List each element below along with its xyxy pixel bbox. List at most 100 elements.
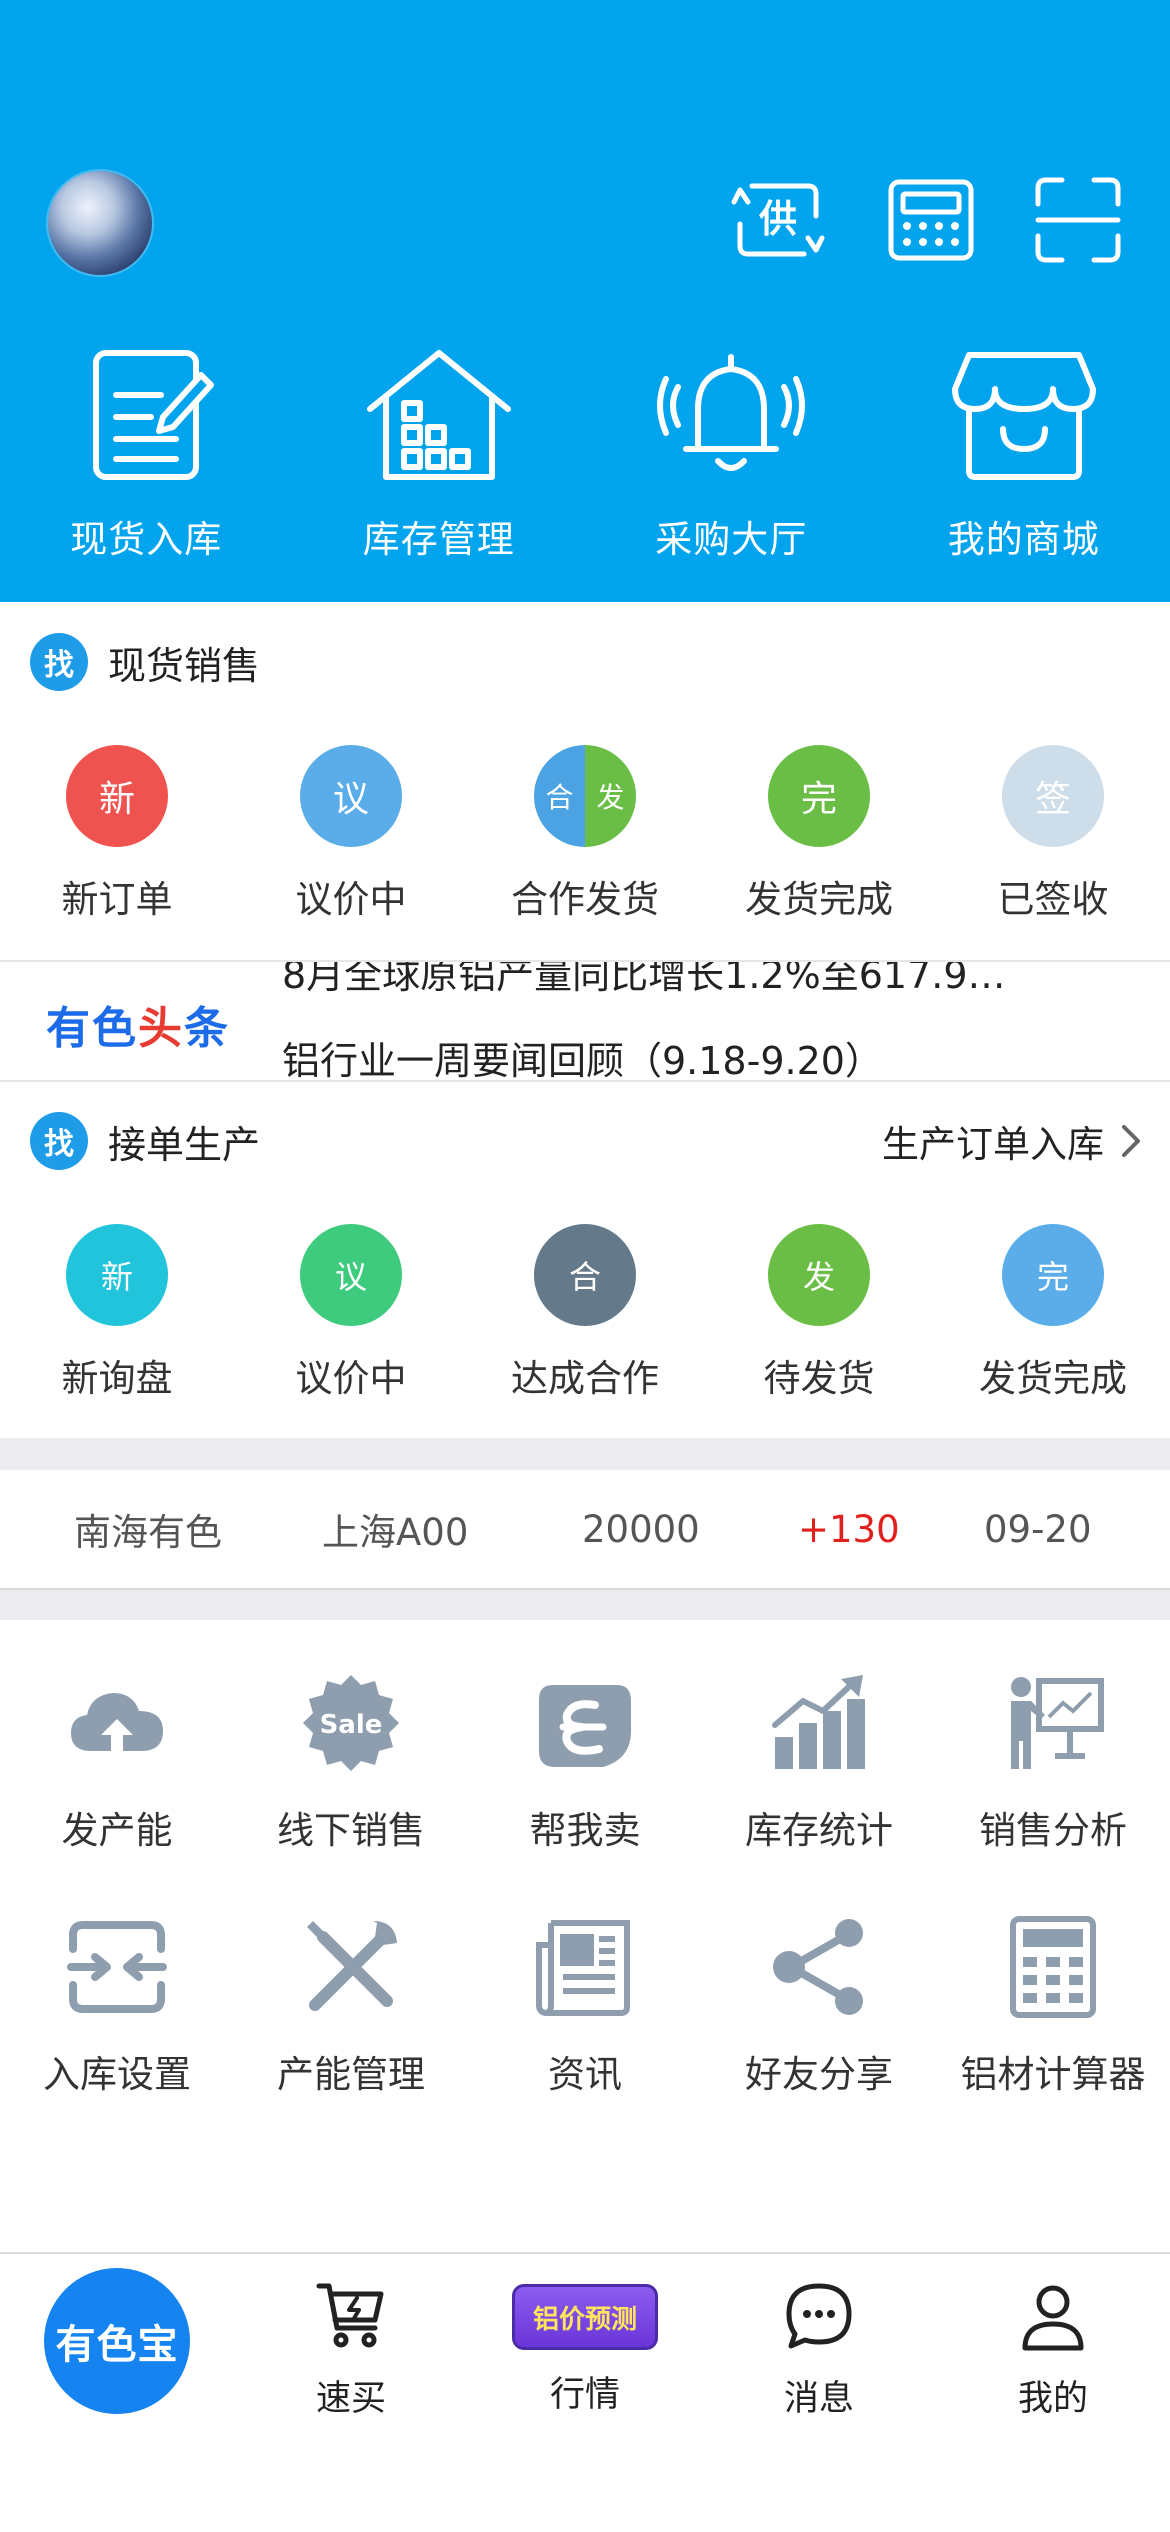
- tool-stock-in-settings[interactable]: 入库设置: [0, 1912, 234, 2112]
- nav-quick-buy[interactable]: 速买: [234, 2254, 468, 2454]
- tool-label: 资讯: [548, 2053, 622, 2096]
- status-label: 议价中: [295, 878, 407, 921]
- stock-in-settings-icon: [62, 1912, 172, 2022]
- status-circle: 完: [1002, 1224, 1104, 1326]
- status-circle: 议: [300, 745, 402, 847]
- status-label: 合作发货: [511, 878, 659, 921]
- status-circle: 议: [300, 1224, 402, 1326]
- price-forecast-badge: 铝价预测: [512, 2284, 658, 2350]
- price-value: 20000: [582, 1507, 700, 1551]
- newspaper-icon: [530, 1912, 640, 2022]
- tool-news[interactable]: 资讯: [468, 1912, 702, 2112]
- header: 供 现货入库 库存管理 采购大厅 我的商城: [0, 0, 1170, 602]
- cloud-upload-icon: [62, 1668, 172, 1778]
- status-circle: 合: [534, 1224, 636, 1326]
- tools-row: 入库设置 产能管理 资讯 好友分享 铝材计算器: [0, 1912, 1170, 2112]
- tool-label: 发产能: [61, 1809, 173, 1852]
- price-change: +130: [798, 1507, 900, 1551]
- quick-action-my-shop[interactable]: 我的商城: [878, 345, 1170, 565]
- calculator-icon[interactable]: [883, 172, 979, 268]
- supply-icon[interactable]: 供: [730, 172, 826, 268]
- status-circle: 新: [66, 1224, 168, 1326]
- spot-sales-statuses: 新 新订单 议 议价中 合 发 合作发货 完 发货完成 签 已签收: [0, 745, 1170, 945]
- status-new-order[interactable]: 新 新订单: [0, 745, 234, 945]
- svg-text:供: 供: [759, 197, 797, 241]
- tool-aluminum-calculator[interactable]: 铝材计算器: [936, 1912, 1170, 2112]
- tool-offline-sales[interactable]: Sale 线下销售: [234, 1668, 468, 1868]
- tool-inventory-stats[interactable]: 库存统计: [702, 1668, 936, 1868]
- help-sell-icon: [530, 1668, 640, 1778]
- avatar[interactable]: [48, 171, 152, 275]
- shop-icon: [944, 345, 1104, 485]
- quick-action-label: 现货入库: [70, 518, 223, 561]
- production-statuses: 新 新询盘 议 议价中 合 达成合作 发 待发货 完 发货完成: [0, 1224, 1170, 1424]
- status-negotiating[interactable]: 议 议价中: [234, 745, 468, 945]
- status-shipped[interactable]: 完 发货完成: [936, 1224, 1170, 1424]
- tool-label: 帮我卖: [529, 1809, 641, 1852]
- tool-publish-capacity[interactable]: 发产能: [0, 1668, 234, 1868]
- news-logo: 有色头条: [46, 1003, 230, 1054]
- price-date: 09-20: [984, 1507, 1092, 1551]
- tool-share-friends[interactable]: 好友分享: [702, 1912, 936, 2112]
- nav-messages[interactable]: 消息: [702, 2254, 936, 2454]
- section-separator: [0, 1438, 1170, 1470]
- status-label: 新询盘: [61, 1357, 173, 1400]
- news-ticker[interactable]: 有色头条 8月全球原铝产量同比增长1.2%至617.9… 铝行业一周要闻回顾（9…: [0, 962, 1170, 1080]
- tool-label: 产能管理: [277, 2053, 425, 2096]
- status-label: 待发货: [763, 1357, 875, 1400]
- status-cooperative-shipping[interactable]: 合 发 合作发货: [468, 745, 702, 945]
- tool-capacity-management[interactable]: 产能管理: [234, 1912, 468, 2112]
- tool-sales-analysis[interactable]: 销售分析: [936, 1668, 1170, 1868]
- section-title: 现货销售: [108, 643, 261, 688]
- news-headline[interactable]: 铝行业一周要闻回顾（9.18-9.20）: [282, 1030, 883, 1080]
- status-label: 发货完成: [745, 878, 893, 921]
- tools-row: 发产能 Sale 线下销售 帮我卖 库存统计 销售分析: [0, 1668, 1170, 1868]
- chevron-right-icon: [1122, 1125, 1140, 1157]
- nav-label: 消息: [783, 2379, 854, 2419]
- status-circle-split: 合 发: [534, 745, 636, 847]
- price-ticker[interactable]: 南海有色 上海A00 20000 +130 09-20: [0, 1470, 1170, 1588]
- warehouse-icon: [359, 345, 519, 485]
- tool-label: 线下销售: [277, 1809, 425, 1852]
- quick-action-inventory[interactable]: 库存管理: [293, 345, 586, 565]
- tool-label: 销售分析: [979, 1809, 1127, 1852]
- price-market: 上海A00: [322, 1511, 469, 1554]
- news-headline[interactable]: 8月全球原铝产量同比增长1.2%至617.9…: [282, 962, 1006, 999]
- split-right: 发: [585, 745, 636, 847]
- production-order-stock-in-link[interactable]: 生产订单入库: [882, 1114, 1142, 1168]
- quick-action-label: 我的商城: [947, 518, 1100, 561]
- quick-action-stock-in[interactable]: 现货入库: [0, 345, 293, 565]
- status-circle: 发: [768, 1224, 870, 1326]
- production-header: 找 接单生产 生产订单入库: [0, 1086, 1170, 1196]
- brand-home-button[interactable]: 有色宝: [44, 2268, 190, 2414]
- status-circle: 完: [768, 745, 870, 847]
- bell-icon: [651, 345, 811, 485]
- sale-badge-icon: Sale: [296, 1668, 406, 1778]
- tool-help-sell[interactable]: 帮我卖: [468, 1668, 702, 1868]
- status-new-inquiry[interactable]: 新 新询盘: [0, 1224, 234, 1424]
- nav-label: 我的: [1017, 2379, 1088, 2419]
- quick-action-purchase-hall[interactable]: 采购大厅: [585, 345, 878, 565]
- quick-actions: 现货入库 库存管理 采购大厅 我的商城: [0, 345, 1170, 565]
- status-signed[interactable]: 签 已签收: [936, 745, 1170, 945]
- nav-market[interactable]: 铝价预测 行情: [468, 2254, 702, 2454]
- nav-label: 速买: [315, 2379, 386, 2419]
- quick-action-label: 采购大厅: [655, 518, 808, 561]
- tool-label: 库存统计: [745, 1809, 893, 1852]
- scan-icon[interactable]: [1030, 172, 1126, 268]
- nav-label: 行情: [549, 2375, 620, 2415]
- status-negotiating[interactable]: 议 议价中: [234, 1224, 468, 1424]
- section-separator: [0, 1588, 1170, 1620]
- status-pending-shipment[interactable]: 发 待发货: [702, 1224, 936, 1424]
- status-circle: 签: [1002, 745, 1104, 847]
- status-circle: 新: [66, 745, 168, 847]
- tool-label: 好友分享: [745, 2053, 893, 2096]
- status-agreed[interactable]: 合 达成合作: [468, 1224, 702, 1424]
- quick-action-label: 库存管理: [362, 518, 515, 561]
- tool-label: 铝材计算器: [960, 2053, 1146, 2096]
- calculator-icon: [998, 1912, 1108, 2022]
- nav-profile[interactable]: 我的: [936, 2254, 1170, 2454]
- status-shipped[interactable]: 完 发货完成: [702, 745, 936, 945]
- user-icon: [1017, 2280, 1089, 2352]
- chat-bubble-icon: [783, 2280, 855, 2352]
